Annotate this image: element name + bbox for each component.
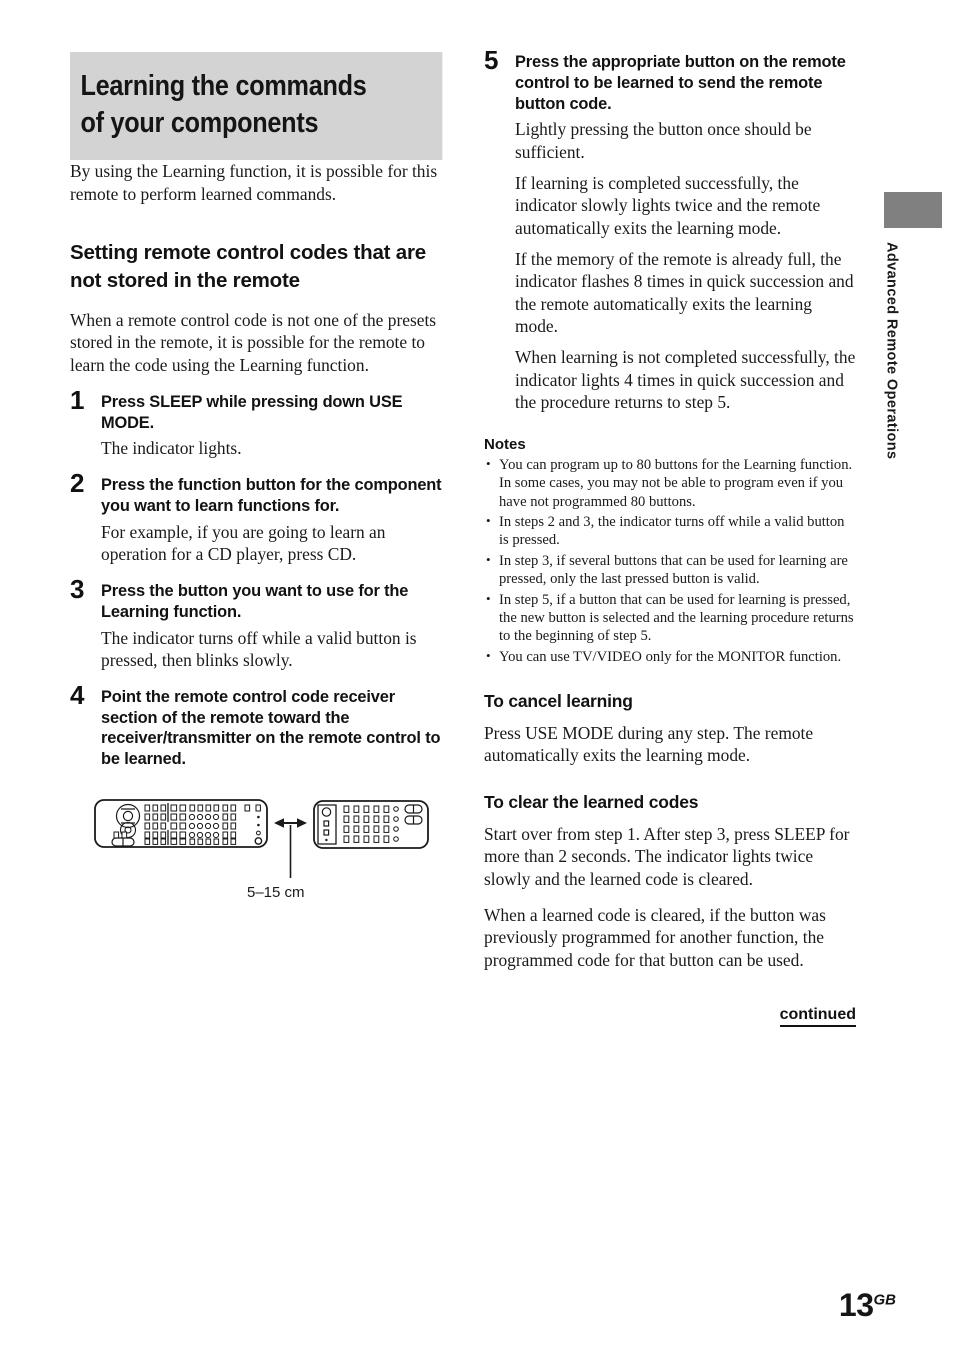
- step-2: 2 Press the function button for the comp…: [70, 470, 442, 566]
- side-tab: Advanced Remote Operations: [884, 192, 942, 459]
- step-5-title: Press the appropriate button on the remo…: [515, 53, 846, 113]
- step-1: 1 Press SLEEP while pressing down USE MO…: [70, 387, 442, 460]
- notes-list: You can program up to 80 buttons for the…: [484, 456, 856, 666]
- clear-codes-paragraph-2: When a learned code is cleared, if the b…: [484, 904, 826, 970]
- clear-codes-heading: To clear the learned codes: [484, 792, 699, 813]
- page-number-suffix: GB: [873, 1291, 897, 1309]
- chapter-intro-paragraph: By using the Learning function, it is po…: [70, 161, 438, 204]
- notes-heading: Notes: [484, 435, 526, 453]
- clear-codes-paragraph-1: Start over from step 1. After step 3, pr…: [484, 823, 850, 890]
- cancel-learning-heading: To cancel learning: [484, 691, 633, 712]
- note-item: In step 5, if a button that can be used …: [484, 591, 856, 646]
- step-5-body-1: Lightly pressing the button once should …: [515, 119, 812, 163]
- step-5: 5 Press the appropriate button on the re…: [484, 47, 856, 414]
- page-title-line2: of your components: [80, 107, 319, 140]
- step-3-number: 3: [70, 573, 85, 604]
- step-4-title: Point the remote control code receiver s…: [101, 687, 441, 769]
- page-number: 13GB: [839, 1287, 896, 1324]
- remote-distance-figure: 5–15 cm: [92, 792, 432, 912]
- side-tab-color-bar: [884, 192, 942, 228]
- step-5-body-2: If learning is completed successfully, t…: [515, 172, 821, 238]
- note-item: You can program up to 80 buttons for the…: [484, 456, 856, 511]
- figure-caption: 5–15 cm: [247, 884, 305, 902]
- page-title-line1: Learning the commands: [80, 70, 367, 102]
- page-number-value: 13: [838, 1287, 874, 1323]
- manual-page: Advanced Remote Operations Learning the …: [0, 0, 954, 1352]
- cancel-learning-paragraph: Press USE MODE during any step. The remo…: [484, 722, 814, 766]
- step-2-title: Press the function button for the compon…: [101, 475, 442, 515]
- side-tab-label: Advanced Remote Operations: [883, 242, 900, 460]
- step-2-body: For example, if you are going to learn a…: [101, 521, 386, 565]
- step-3-title: Press the button you want to use for the…: [101, 581, 409, 621]
- continued-label: continued: [484, 1005, 856, 1027]
- left-column: Learning the commands of your components…: [70, 52, 443, 912]
- step-1-number: 1: [70, 384, 85, 415]
- page-title: Learning the commands of your components: [70, 52, 443, 161]
- step-4: 4 Point the remote control code receiver…: [70, 682, 442, 770]
- right-column: 5 Press the appropriate button on the re…: [484, 47, 856, 1027]
- step-1-title: Press SLEEP while pressing down USE MODE…: [101, 392, 403, 432]
- section-intro-paragraph: When a remote control code is not one of…: [70, 309, 437, 376]
- note-item: In steps 2 and 3, the indicator turns of…: [484, 513, 856, 550]
- note-item: You can use TV/VIDEO only for the MONITO…: [484, 648, 856, 666]
- continued-text: continued: [779, 1005, 856, 1027]
- step-5-number: 5: [484, 45, 499, 75]
- step-4-number: 4: [70, 679, 85, 710]
- note-item: In step 3, if several buttons that can b…: [484, 552, 856, 589]
- step-3-body: The indicator turns off while a valid bu…: [101, 627, 417, 671]
- dpad-icon: [115, 803, 141, 829]
- step-5-body-4: When learning is not completed successfu…: [515, 347, 856, 413]
- step-5-body-3: If the memory of the remote is already f…: [515, 248, 854, 337]
- step-2-number: 2: [70, 467, 85, 498]
- step-3: 3 Press the button you want to use for t…: [70, 576, 442, 672]
- step-1-body: The indicator lights.: [101, 438, 242, 459]
- section-heading: Setting remote control codes that are no…: [70, 241, 426, 293]
